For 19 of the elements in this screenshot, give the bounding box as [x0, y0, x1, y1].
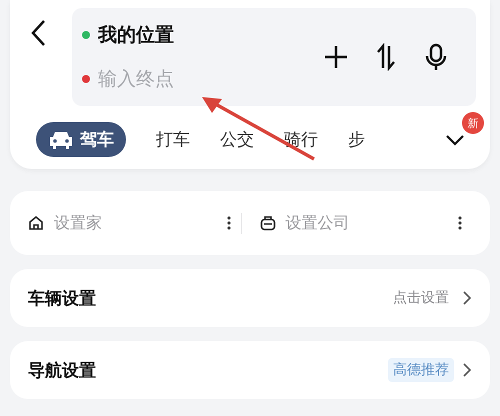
chevron-right-icon: [462, 363, 472, 377]
chevron-right-icon: [462, 291, 472, 305]
mode-tab[interactable]: 打车: [156, 122, 190, 157]
settings-title: 车辆设置: [28, 288, 96, 310]
more-icon[interactable]: [226, 216, 230, 230]
settings-row[interactable]: 导航设置 高德推荐: [10, 341, 490, 399]
briefcase-icon: [260, 215, 276, 231]
settings-value: 高德推荐: [388, 358, 454, 382]
settings-row[interactable]: 车辆设置 点击设置: [10, 269, 490, 327]
home-icon: [28, 215, 44, 231]
mode-tab[interactable]: 步: [348, 122, 365, 157]
destination-field[interactable]: 输入终点: [98, 68, 248, 90]
plus-icon[interactable]: [322, 43, 350, 71]
mode-tab[interactable]: 公交: [220, 122, 254, 157]
more-icon[interactable]: [458, 216, 462, 230]
mode-tab[interactable]: 驾车: [36, 122, 126, 157]
car-icon: [48, 130, 74, 150]
settings-title: 导航设置: [28, 360, 96, 382]
settings-value: 点击设置: [392, 289, 450, 308]
